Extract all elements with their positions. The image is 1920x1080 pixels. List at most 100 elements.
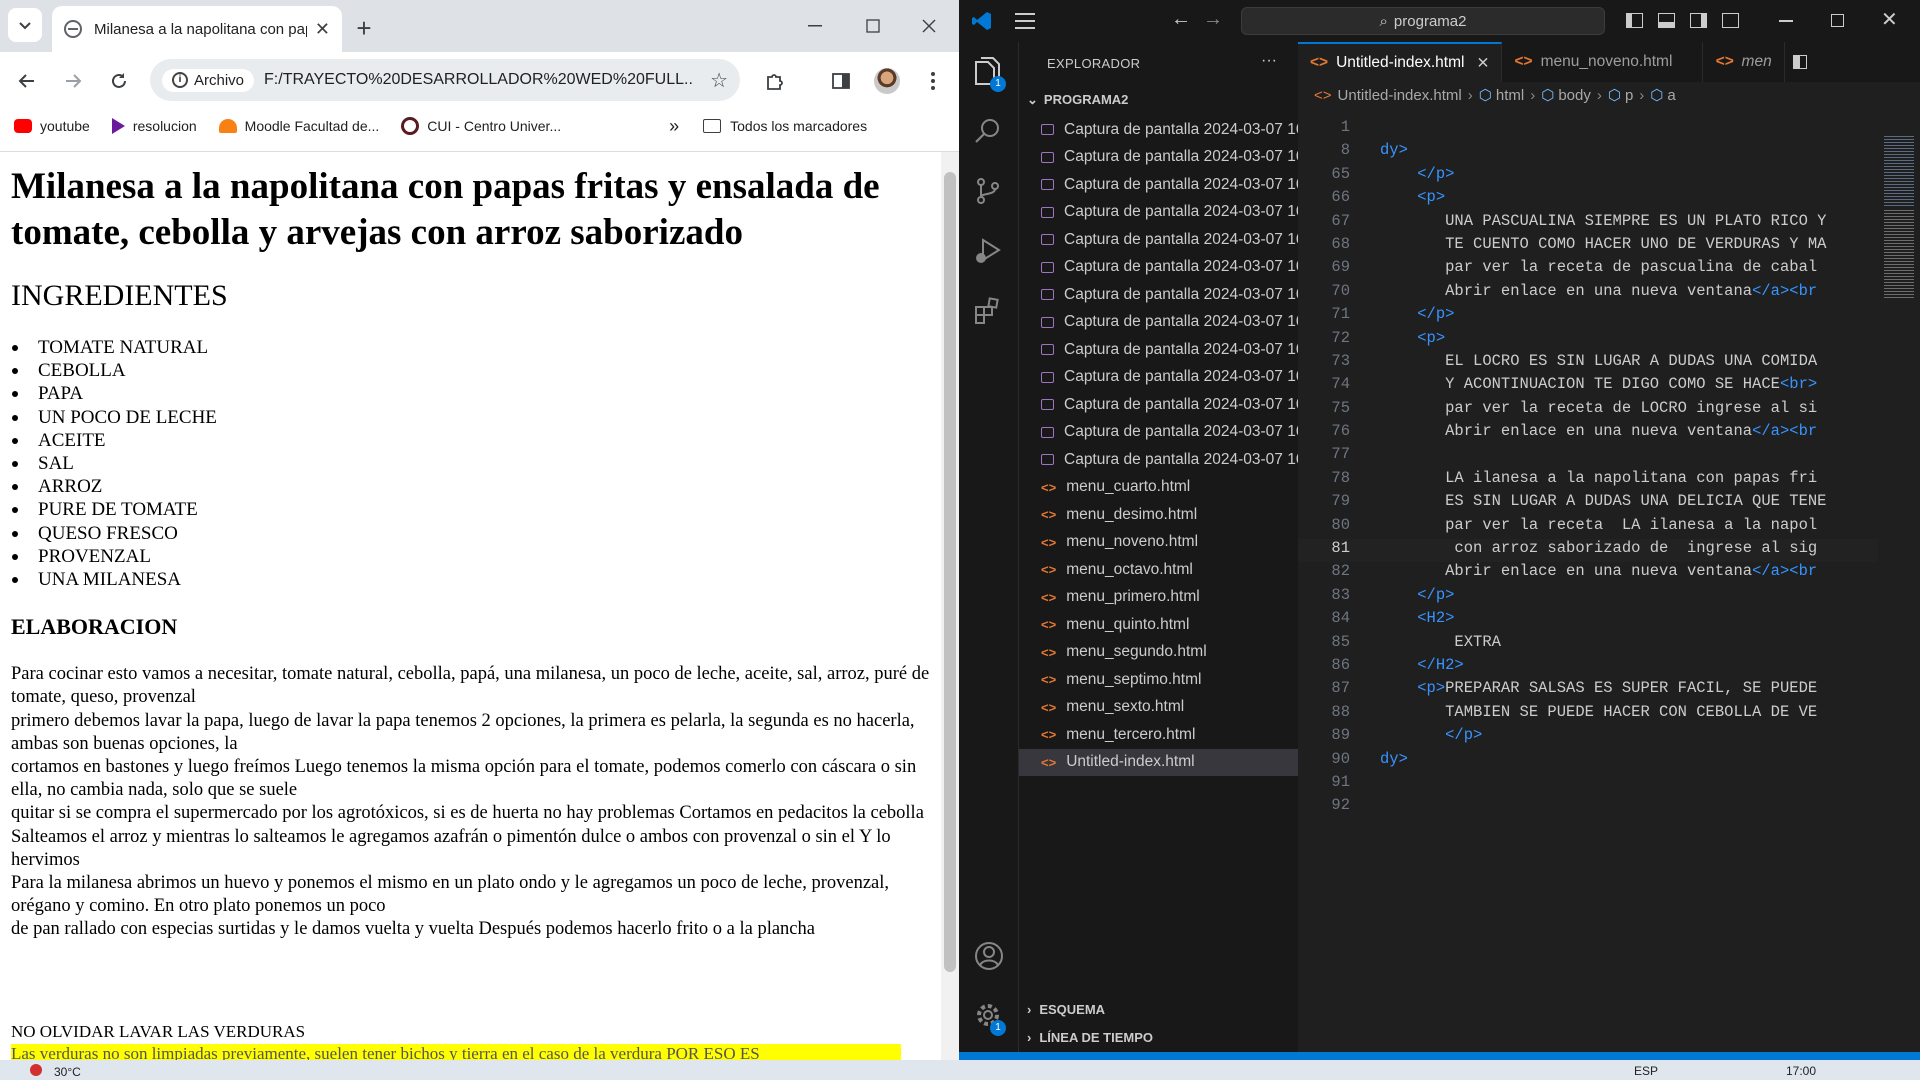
- command-center[interactable]: ⌕ programa2: [1241, 7, 1605, 35]
- source-control-icon[interactable]: [973, 176, 1005, 208]
- code-line[interactable]: 72 <p>: [1298, 329, 1878, 352]
- tab-untitled-index[interactable]: <> Untitled-index.html ✕: [1298, 42, 1503, 82]
- explorer-more-icon[interactable]: ···: [1261, 52, 1277, 70]
- maximize-icon[interactable]: [1831, 14, 1844, 27]
- accounts-icon[interactable]: [973, 940, 1005, 972]
- code-line[interactable]: 73 EL LOCRO ES SIN LUGAR A DUDAS UNA COM…: [1298, 352, 1878, 375]
- file-item[interactable]: <> menu_noveno.html: [1019, 529, 1298, 557]
- code-line[interactable]: 85 EXTRA: [1298, 633, 1878, 656]
- extensions-button[interactable]: [760, 66, 790, 96]
- manage-gear-icon[interactable]: 1: [973, 1000, 1006, 1036]
- browser-tab[interactable]: Milanesa a la napolitana con papas ✕: [52, 6, 342, 52]
- toggle-panel-icon[interactable]: [1658, 13, 1675, 28]
- customize-layout-icon[interactable]: [1722, 13, 1739, 28]
- close-icon[interactable]: ✕: [1881, 7, 1898, 32]
- file-item[interactable]: Captura de pantalla 2024-03-07 165...: [1019, 199, 1298, 227]
- file-item[interactable]: Captura de pantalla 2024-03-07 165...: [1019, 446, 1298, 474]
- file-item[interactable]: Captura de pantalla 2024-03-07 164...: [1019, 144, 1298, 172]
- file-item[interactable]: Captura de pantalla 2024-03-07 165...: [1019, 309, 1298, 337]
- file-item[interactable]: Captura de pantalla 2024-03-07 165...: [1019, 419, 1298, 447]
- file-item[interactable]: <> menu_cuarto.html: [1019, 474, 1298, 502]
- code-line[interactable]: 77: [1298, 445, 1878, 468]
- file-item[interactable]: <> menu_sexto.html: [1019, 694, 1298, 722]
- toggle-sidebar-icon[interactable]: [1626, 13, 1643, 28]
- tab-menu-noveno[interactable]: <> menu_noveno.html: [1502, 42, 1704, 82]
- file-item[interactable]: <> menu_octavo.html: [1019, 556, 1298, 584]
- bookmark-resolucion[interactable]: resolucion: [111, 118, 197, 134]
- close-window-button[interactable]: [914, 14, 944, 38]
- bookmark-youtube[interactable]: youtube: [14, 118, 90, 134]
- code-line[interactable]: 84 <H2>: [1298, 609, 1878, 632]
- code-line[interactable]: 76 Abrir enlace en una nueva ventana</a>…: [1298, 422, 1878, 445]
- toggle-secondary-sidebar-icon[interactable]: [1690, 13, 1707, 28]
- file-item[interactable]: <> menu_quinto.html: [1019, 611, 1298, 639]
- more-bookmarks-button[interactable]: »: [669, 116, 679, 137]
- code-line[interactable]: 65 </p>: [1298, 165, 1878, 188]
- bookmark-moodle[interactable]: Moodle Facultad de...: [218, 118, 379, 134]
- minimize-button[interactable]: [800, 14, 830, 38]
- file-item[interactable]: Captura de pantalla 2024-03-07 165...: [1019, 226, 1298, 254]
- minimize-icon[interactable]: [1779, 20, 1793, 22]
- file-item[interactable]: <> menu_desimo.html: [1019, 501, 1298, 529]
- tab-men[interactable]: <> men: [1703, 42, 1785, 82]
- code-line[interactable]: 67 UNA PASCUALINA SIEMPRE ES UN PLATO RI…: [1298, 212, 1878, 235]
- search-icon[interactable]: [973, 116, 1005, 148]
- file-item[interactable]: <> menu_primero.html: [1019, 584, 1298, 612]
- hamburger-menu-icon[interactable]: [1015, 13, 1035, 29]
- maximize-button[interactable]: [858, 14, 888, 38]
- clock[interactable]: 17:00: [1786, 1064, 1816, 1078]
- reload-button[interactable]: [104, 66, 134, 96]
- code-line[interactable]: 79 ES SIN LUGAR A DUDAS UNA DELICIA QUE …: [1298, 492, 1878, 515]
- file-item[interactable]: <> menu_septimo.html: [1019, 666, 1298, 694]
- side-panel-button[interactable]: [826, 66, 856, 96]
- file-item[interactable]: Captura de pantalla 2024-03-07 165...: [1019, 364, 1298, 392]
- close-tab-icon[interactable]: ✕: [1476, 54, 1489, 73]
- file-item[interactable]: Captura de pantalla 2024-03-07 165...: [1019, 254, 1298, 282]
- nav-back-icon[interactable]: ←: [1171, 8, 1191, 31]
- code-line[interactable]: 82 Abrir enlace en una nueva ventana</a>…: [1298, 562, 1878, 585]
- new-tab-button[interactable]: +: [348, 12, 380, 44]
- address-bar[interactable]: i Archivo F:/TRAYECTO%20DESARROLLADOR%20W…: [150, 59, 740, 101]
- file-item[interactable]: Captura de pantalla 2024-03-07 165...: [1019, 336, 1298, 364]
- weather-widget[interactable]: 30°C: [30, 1064, 81, 1079]
- file-item[interactable]: Captura de pantalla 2024-03-07 165...: [1019, 281, 1298, 309]
- extensions-icon[interactable]: [973, 296, 1005, 328]
- run-debug-icon[interactable]: [973, 236, 1005, 268]
- breadcrumb-body[interactable]: body: [1558, 87, 1591, 104]
- breadcrumb-html[interactable]: html: [1496, 87, 1524, 104]
- code-line[interactable]: 86 </H2>: [1298, 656, 1878, 679]
- file-item[interactable]: Captura de pantalla 2024-03-07 164...: [1019, 116, 1298, 144]
- scrollbar-thumb[interactable]: [944, 172, 956, 972]
- code-line[interactable]: 89 </p>: [1298, 726, 1878, 749]
- tab-search-button[interactable]: [8, 8, 42, 42]
- split-editor-icon[interactable]: [1785, 42, 1815, 82]
- code-line[interactable]: 70 Abrir enlace en una nueva ventana</a>…: [1298, 282, 1878, 305]
- outline-section[interactable]: › ESQUEMA: [1027, 1002, 1105, 1017]
- sticky-scroll-line[interactable]: 8 dy>: [1298, 141, 1878, 164]
- breadcrumb-file[interactable]: Untitled-index.html: [1338, 87, 1462, 104]
- code-line[interactable]: 83 </p>: [1298, 586, 1878, 609]
- code-line[interactable]: 75 par ver la receta de LOCRO ingrese al…: [1298, 399, 1878, 422]
- code-line[interactable]: 66 <p>: [1298, 188, 1878, 211]
- code-line[interactable]: 91: [1298, 773, 1878, 796]
- nav-forward-icon[interactable]: →: [1203, 8, 1223, 31]
- code-line[interactable]: 90 dy>: [1298, 750, 1878, 773]
- code-line[interactable]: 74 Y ACONTINUACION TE DIGO COMO SE HACE<…: [1298, 375, 1878, 398]
- file-item[interactable]: <> menu_segundo.html: [1019, 639, 1298, 667]
- breadcrumb-a[interactable]: a: [1667, 87, 1675, 104]
- all-bookmarks-button[interactable]: Todos los marcadores: [703, 118, 867, 134]
- file-item[interactable]: <> Untitled-index.html: [1019, 748, 1298, 776]
- minimap[interactable]: [1878, 118, 1920, 718]
- menu-button[interactable]: [918, 66, 948, 96]
- explorer-icon[interactable]: 1: [973, 56, 1006, 92]
- bookmark-cui[interactable]: CUI - Centro Univer...: [401, 117, 561, 135]
- site-info-chip[interactable]: i Archivo: [162, 68, 255, 92]
- avatar[interactable]: [874, 68, 900, 94]
- close-tab-icon[interactable]: ✕: [315, 19, 330, 40]
- sticky-scroll-line[interactable]: 1: [1298, 118, 1878, 141]
- project-folder[interactable]: ⌄ PROGRAMA2: [1027, 92, 1128, 108]
- code-line[interactable]: 68 TE CUENTO COMO HACER UNO DE VERDURAS …: [1298, 235, 1878, 258]
- code-line[interactable]: 69 par ver la receta de pascualina de ca…: [1298, 258, 1878, 281]
- file-item[interactable]: <> menu_tercero.html: [1019, 721, 1298, 749]
- forward-button[interactable]: [58, 66, 88, 96]
